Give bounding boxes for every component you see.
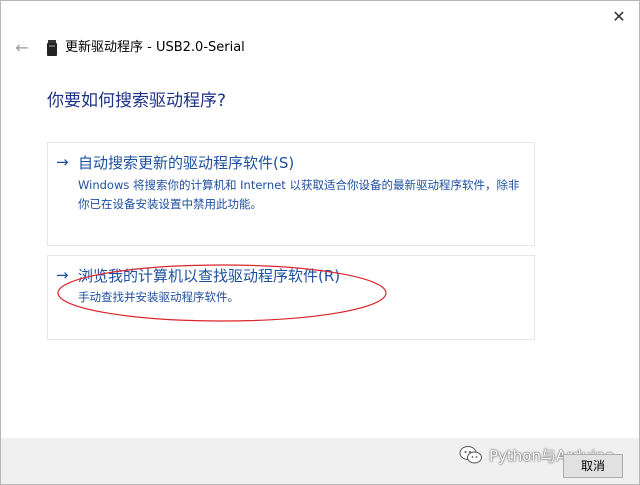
close-icon: ✕ (612, 7, 626, 26)
option-description: Windows 将搜索你的计算机和 Internet 以获取适合你设备的最新驱动… (78, 178, 520, 211)
wechat-icon (459, 446, 482, 464)
usb-device-icon (47, 40, 57, 56)
window-title: 更新驱动程序 - USB2.0-Serial (65, 40, 245, 55)
back-arrow-icon: ← (15, 38, 29, 57)
close-button[interactable]: ✕ (605, 5, 633, 29)
update-driver-dialog: ✕ ← 更新驱动程序 - USB2.0-Serial 你要如何搜索驱动程序? →… (0, 0, 640, 485)
option-title[interactable]: 浏览我的计算机以查找驱动程序软件(R) (78, 266, 340, 286)
page-heading: 你要如何搜索驱动程序? (47, 91, 227, 111)
cancel-button[interactable]: 取消 (563, 454, 623, 478)
option-browse-computer[interactable]: → 浏览我的计算机以查找驱动程序软件(R) 手动查找并安装驱动程序软件。 (47, 255, 535, 340)
back-button[interactable]: ← (11, 37, 33, 59)
option-title[interactable]: 自动搜索更新的驱动程序软件(S) (78, 153, 294, 173)
option-description: 手动查找并安装驱动程序软件。 (78, 290, 239, 304)
arrow-right-icon: → (56, 266, 69, 284)
option-auto-search[interactable]: → 自动搜索更新的驱动程序软件(S) Windows 将搜索你的计算机和 Int… (47, 142, 535, 246)
arrow-right-icon: → (56, 153, 69, 171)
